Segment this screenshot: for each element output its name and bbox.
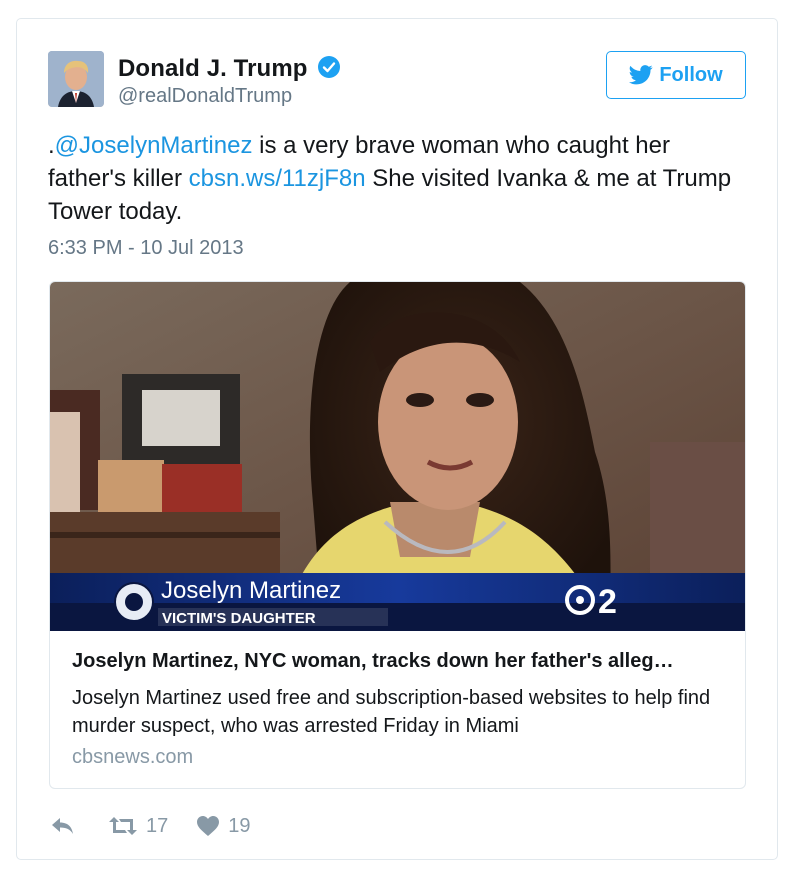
avatar[interactable] bbox=[48, 51, 104, 107]
tweet-text: .@JoselynMartinez is a very brave woman … bbox=[48, 129, 748, 228]
card-description: Joselyn Martinez used free and subscript… bbox=[72, 687, 711, 737]
news-video-still: Joselyn Martinez VICTIM'S DAUGHTER 2 bbox=[50, 282, 745, 631]
lower-third-name: Joselyn Martinez bbox=[161, 577, 341, 604]
twitter-bird-icon bbox=[629, 65, 653, 85]
author-display-name[interactable]: Donald J. Trump bbox=[118, 55, 308, 83]
card-title[interactable]: Joselyn Martinez, NYC woman, tracks down… bbox=[72, 650, 732, 676]
retweet-count: 17 bbox=[146, 814, 169, 837]
reply-button[interactable] bbox=[50, 815, 76, 837]
tweet-actions: 17 19 bbox=[50, 813, 251, 839]
follow-button[interactable]: Follow bbox=[606, 51, 746, 99]
mention-link[interactable]: @JoselynMartinez bbox=[55, 132, 253, 159]
reply-icon bbox=[52, 818, 73, 834]
link-preview-card[interactable]: Joselyn Martinez VICTIM'S DAUGHTER 2 Jos… bbox=[49, 281, 746, 789]
lower-third-caption: VICTIM'S DAUGHTER bbox=[162, 610, 316, 627]
verified-badge-icon bbox=[318, 56, 340, 78]
card-domain: cbsnews.com bbox=[72, 746, 194, 768]
retweet-button[interactable]: 17 bbox=[108, 815, 168, 838]
author-handle[interactable]: @realDonaldTrump bbox=[118, 85, 292, 108]
like-button[interactable]: 19 bbox=[196, 814, 251, 838]
tweet-text-prefix: . bbox=[48, 132, 55, 159]
url-link[interactable]: cbsn.ws/11zjF8n bbox=[189, 165, 366, 192]
card-text: Joselyn Martinez, NYC woman, tracks down… bbox=[72, 650, 732, 769]
retweet-icon bbox=[109, 817, 137, 835]
station-logo: 2 bbox=[598, 583, 617, 621]
follow-button-label: Follow bbox=[659, 63, 723, 86]
heart-icon bbox=[197, 816, 220, 836]
tweet-timestamp[interactable]: 6:33 PM - 10 Jul 2013 bbox=[48, 237, 244, 260]
card-image: Joselyn Martinez VICTIM'S DAUGHTER 2 bbox=[50, 282, 745, 631]
like-count: 19 bbox=[228, 814, 251, 837]
tweet-card: Donald J. Trump @realDonaldTrump Follow … bbox=[16, 18, 778, 860]
avatar-photo bbox=[48, 51, 104, 107]
